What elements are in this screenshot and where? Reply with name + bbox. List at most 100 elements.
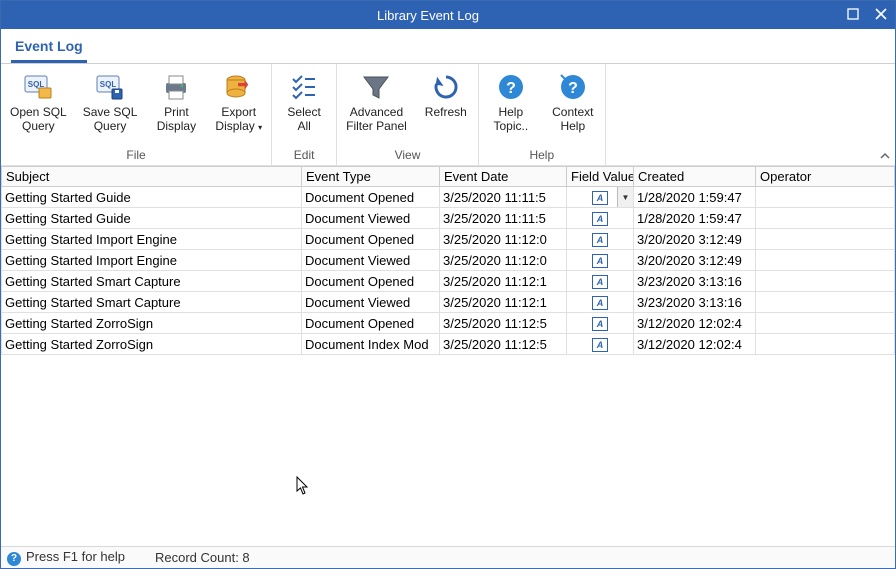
table-row[interactable]: Getting Started ZorroSignDocument Opened… xyxy=(2,313,895,334)
cell-subject[interactable]: Getting Started Smart Capture xyxy=(2,271,302,292)
cell-operator[interactable] xyxy=(756,250,895,271)
col-field-values[interactable]: Field Values xyxy=(567,167,634,187)
cell-FV[interactable]: A xyxy=(567,250,634,271)
cell-FV[interactable]: A▼ xyxy=(567,187,634,208)
cell-subject[interactable]: Getting Started Guide xyxy=(2,208,302,229)
refresh-button[interactable]: Refresh xyxy=(416,68,476,137)
btn-label: Refresh xyxy=(425,105,467,119)
cell-event_date[interactable]: 3/25/2020 11:12:1 xyxy=(440,271,567,292)
cell-created[interactable]: 3/23/2020 3:13:16 xyxy=(634,292,756,313)
chevron-down-icon[interactable]: ▼ xyxy=(617,187,633,207)
table-row[interactable]: Getting Started Smart CaptureDocument Op… xyxy=(2,271,895,292)
cell-created[interactable]: 1/28/2020 1:59:47 xyxy=(634,187,756,208)
event-log-grid[interactable]: Subject Event Type Event Date Field Valu… xyxy=(1,166,895,546)
cell-event_date[interactable]: 3/25/2020 11:12:0 xyxy=(440,229,567,250)
maximize-icon[interactable] xyxy=(847,7,859,23)
col-created[interactable]: Created xyxy=(634,167,756,187)
cell-subject[interactable]: Getting Started Import Engine xyxy=(2,229,302,250)
svg-text:?: ? xyxy=(506,80,516,97)
close-icon[interactable] xyxy=(875,7,887,23)
cell-event_date[interactable]: 3/25/2020 11:11:5 xyxy=(440,208,567,229)
cell-subject[interactable]: Getting Started Smart Capture xyxy=(2,292,302,313)
cell-event_type[interactable]: Document Index Mod xyxy=(302,334,440,355)
cell-operator[interactable] xyxy=(756,334,895,355)
field-values-icon[interactable]: A xyxy=(592,212,608,226)
cell-event_type[interactable]: Document Viewed xyxy=(302,250,440,271)
field-values-icon[interactable]: A xyxy=(592,254,608,268)
export-display-button[interactable]: Export Display ▾ xyxy=(208,68,269,137)
btn-label: Display xyxy=(157,119,196,133)
btn-label: Advanced xyxy=(350,105,403,119)
btn-label: All xyxy=(297,119,310,133)
table-row[interactable]: Getting Started GuideDocument Opened3/25… xyxy=(2,187,895,208)
cell-created[interactable]: 1/28/2020 1:59:47 xyxy=(634,208,756,229)
cell-subject[interactable]: Getting Started ZorroSign xyxy=(2,313,302,334)
cell-FV[interactable]: A xyxy=(567,334,634,355)
cell-created[interactable]: 3/12/2020 12:02:4 xyxy=(634,313,756,334)
col-operator[interactable]: Operator xyxy=(756,167,895,187)
advanced-filter-panel-button[interactable]: Advanced Filter Panel xyxy=(339,68,414,137)
ribbon: SQL Open SQL Query SQL Save SQL Query Pr… xyxy=(1,64,895,166)
field-values-icon[interactable]: A xyxy=(592,338,608,352)
cell-event_date[interactable]: 3/25/2020 11:12:5 xyxy=(440,313,567,334)
cell-event_date[interactable]: 3/25/2020 11:12:5 xyxy=(440,334,567,355)
cell-created[interactable]: 3/12/2020 12:02:4 xyxy=(634,334,756,355)
cell-event_type[interactable]: Document Opened xyxy=(302,229,440,250)
cell-subject[interactable]: Getting Started Guide xyxy=(2,187,302,208)
help-topic-button[interactable]: ? Help Topic.. xyxy=(481,68,541,137)
ribbon-collapse-icon[interactable] xyxy=(875,64,895,165)
cell-FV[interactable]: A xyxy=(567,208,634,229)
cell-subject[interactable]: Getting Started Import Engine xyxy=(2,250,302,271)
cell-event_date[interactable]: 3/25/2020 11:11:5 xyxy=(440,187,567,208)
table-row[interactable]: Getting Started Import EngineDocument Op… xyxy=(2,229,895,250)
cell-event_type[interactable]: Document Viewed xyxy=(302,208,440,229)
cell-created[interactable]: 3/23/2020 3:13:16 xyxy=(634,271,756,292)
cursor-icon xyxy=(296,476,312,501)
btn-label: Print xyxy=(164,105,189,119)
svg-text:?: ? xyxy=(568,80,578,97)
field-values-icon[interactable]: A xyxy=(592,296,608,310)
cell-operator[interactable] xyxy=(756,292,895,313)
svg-text:SQL: SQL xyxy=(100,80,117,89)
cell-operator[interactable] xyxy=(756,313,895,334)
cell-subject[interactable]: Getting Started ZorroSign xyxy=(2,334,302,355)
cell-FV[interactable]: A xyxy=(567,271,634,292)
table-row[interactable]: Getting Started Import EngineDocument Vi… xyxy=(2,250,895,271)
cell-event_date[interactable]: 3/25/2020 11:12:1 xyxy=(440,292,567,313)
field-values-icon[interactable]: A xyxy=(592,275,608,289)
filter-icon xyxy=(360,71,392,103)
cell-FV[interactable]: A xyxy=(567,313,634,334)
cell-FV[interactable]: A xyxy=(567,229,634,250)
cell-operator[interactable] xyxy=(756,208,895,229)
print-display-button[interactable]: Print Display xyxy=(146,68,206,137)
field-values-icon[interactable]: A xyxy=(592,233,608,247)
cell-event_type[interactable]: Document Opened xyxy=(302,313,440,334)
table-row[interactable]: Getting Started Smart CaptureDocument Vi… xyxy=(2,292,895,313)
cell-created[interactable]: 3/20/2020 3:12:49 xyxy=(634,250,756,271)
cell-event_date[interactable]: 3/25/2020 11:12:0 xyxy=(440,250,567,271)
select-all-button[interactable]: Select All xyxy=(274,68,334,137)
btn-label: Help xyxy=(560,119,585,133)
cell-created[interactable]: 3/20/2020 3:12:49 xyxy=(634,229,756,250)
sql-save-icon: SQL xyxy=(94,71,126,103)
cell-FV[interactable]: A xyxy=(567,292,634,313)
cell-event_type[interactable]: Document Viewed xyxy=(302,292,440,313)
status-help: ?Press F1 for help xyxy=(7,549,125,566)
col-event-date[interactable]: Event Date xyxy=(440,167,567,187)
save-sql-query-button[interactable]: SQL Save SQL Query xyxy=(76,68,145,137)
cell-operator[interactable] xyxy=(756,187,895,208)
cell-operator[interactable] xyxy=(756,229,895,250)
context-help-button[interactable]: ? Context Help xyxy=(543,68,603,137)
table-row[interactable]: Getting Started ZorroSignDocument Index … xyxy=(2,334,895,355)
chevron-down-icon: ▾ xyxy=(258,123,262,132)
field-values-icon[interactable]: A xyxy=(592,191,608,205)
col-subject[interactable]: Subject xyxy=(2,167,302,187)
col-event-type[interactable]: Event Type xyxy=(302,167,440,187)
cell-operator[interactable] xyxy=(756,271,895,292)
cell-event_type[interactable]: Document Opened xyxy=(302,187,440,208)
open-sql-query-button[interactable]: SQL Open SQL Query xyxy=(3,68,74,137)
tab-event-log[interactable]: Event Log xyxy=(11,35,87,63)
table-row[interactable]: Getting Started GuideDocument Viewed3/25… xyxy=(2,208,895,229)
field-values-icon[interactable]: A xyxy=(592,317,608,331)
cell-event_type[interactable]: Document Opened xyxy=(302,271,440,292)
